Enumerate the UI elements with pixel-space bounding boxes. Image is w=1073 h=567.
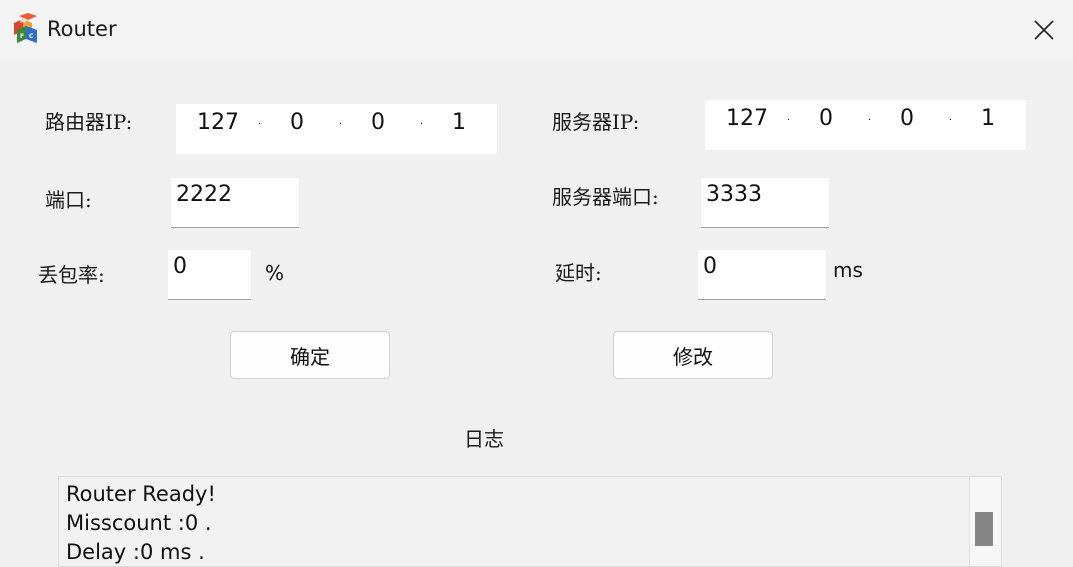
window-title: Router <box>47 17 117 41</box>
port-label: 端口: <box>45 188 92 212</box>
ip-separator: . <box>868 112 872 123</box>
log-line: Router Ready! <box>66 482 216 506</box>
router-ip-label: 路由器IP: <box>45 110 133 134</box>
router-ip-octet-1[interactable]: 127 <box>197 110 239 135</box>
title-bar[interactable]: M F C Router <box>0 0 1073 60</box>
delay-unit: ms <box>833 258 863 282</box>
ip-separator: . <box>949 112 953 123</box>
ip-separator: . <box>339 116 343 127</box>
log-label: 日志 <box>464 427 504 451</box>
server-ip-field[interactable]: 127 . 0 . 0 . 1 <box>705 100 1026 150</box>
server-ip-label: 服务器IP: <box>552 110 640 134</box>
server-ip-octet-4[interactable]: 1 <box>981 106 995 131</box>
svg-text:F: F <box>20 33 24 40</box>
confirm-button[interactable]: 确定 <box>230 331 390 379</box>
server-ip-octet-2[interactable]: 0 <box>819 106 833 131</box>
delay-input[interactable]: 0 <box>698 250 826 300</box>
delay-label: 延时: <box>555 261 602 285</box>
log-line: Misscount :0 . <box>66 511 212 535</box>
server-ip-octet-3[interactable]: 0 <box>900 106 914 131</box>
router-ip-octet-3[interactable]: 0 <box>371 110 385 135</box>
server-port-input[interactable]: 3333 <box>701 178 829 228</box>
modify-button[interactable]: 修改 <box>613 331 773 379</box>
port-input[interactable]: 2222 <box>171 178 299 228</box>
loss-rate-input[interactable]: 0 <box>168 250 251 300</box>
ip-separator: . <box>420 116 424 127</box>
router-ip-octet-4[interactable]: 1 <box>452 110 466 135</box>
mfc-app-icon: M F C <box>14 13 37 43</box>
log-textarea[interactable]: Router Ready! Misscount :0 . Delay :0 ms… <box>58 476 1002 567</box>
ip-separator: . <box>258 116 262 127</box>
close-icon <box>1034 20 1054 40</box>
log-scrollbar-thumb[interactable] <box>975 512 993 546</box>
loss-unit: % <box>265 261 285 285</box>
log-line: Delay :0 ms . <box>66 540 205 564</box>
loss-rate-label: 丢包率: <box>38 263 105 287</box>
close-button[interactable] <box>1018 6 1070 54</box>
router-ip-octet-2[interactable]: 0 <box>290 110 304 135</box>
svg-text:M: M <box>20 18 26 25</box>
ip-separator: . <box>787 112 791 123</box>
server-ip-octet-1[interactable]: 127 <box>726 106 768 131</box>
router-window: M F C Router 路由器IP: 127 . 0 . 0 . 1 服务器I… <box>0 0 1073 567</box>
svg-text:C: C <box>29 33 34 40</box>
router-ip-field[interactable]: 127 . 0 . 0 . 1 <box>176 104 497 154</box>
server-port-label: 服务器端口: <box>552 185 659 209</box>
